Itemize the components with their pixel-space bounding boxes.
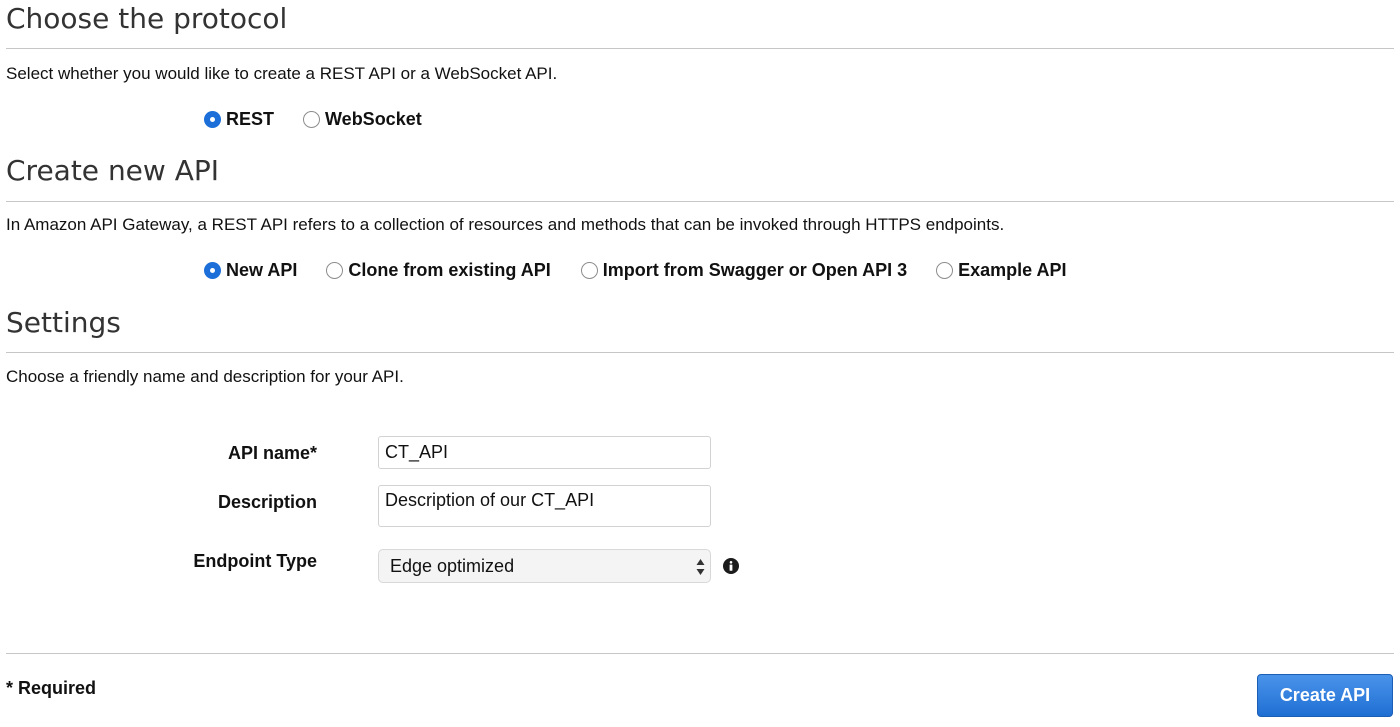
endpoint-type-label: Endpoint Type	[193, 551, 317, 571]
create-option-label: Example API	[958, 259, 1067, 280]
protocol-section-title: Choose the protocol	[6, 2, 288, 35]
radio-unchecked-icon[interactable]	[303, 110, 321, 128]
api-name-input[interactable]	[378, 436, 711, 469]
info-circle-icon[interactable]	[723, 558, 739, 574]
protocol-option-websocket[interactable]: WebSocket	[303, 109, 422, 130]
create-option-example[interactable]: Example API	[936, 260, 1066, 281]
select-arrows-icon	[696, 559, 705, 575]
create-option-import[interactable]: Import from Swagger or Open API 3	[580, 259, 908, 281]
api-name-label: API name*	[227, 443, 317, 463]
footer-divider	[6, 653, 1394, 654]
protocol-description: Select whether you would like to create …	[6, 64, 558, 83]
protocol-option-label: REST	[226, 108, 275, 129]
radio-unchecked-icon[interactable]	[580, 261, 598, 279]
description-textarea[interactable]: Description of our CT_API	[378, 485, 711, 527]
protocol-radio-group: REST WebSocket	[204, 107, 450, 131]
endpoint-type-value: Edge optimized	[390, 555, 515, 576]
create-api-section-title: Create new API	[6, 154, 220, 187]
endpoint-type-select[interactable]: Edge optimized	[378, 549, 711, 583]
create-api-description: In Amazon API Gateway, a REST API refers…	[6, 215, 1005, 234]
radio-checked-icon[interactable]	[204, 110, 221, 128]
description-label: Description	[217, 492, 317, 512]
radio-unchecked-icon[interactable]	[326, 261, 344, 279]
create-option-new-api[interactable]: New API	[204, 260, 297, 281]
create-api-radio-group: New API Clone from existing API Import f…	[204, 258, 1066, 282]
settings-section-title: Settings	[6, 306, 121, 339]
settings-divider	[6, 352, 1394, 353]
radio-unchecked-icon[interactable]	[936, 261, 954, 279]
protocol-option-rest[interactable]: REST	[204, 109, 274, 130]
settings-description: Choose a friendly name and description f…	[6, 367, 404, 386]
required-note: * Required	[6, 678, 97, 698]
create-api-page: Choose the protocol Select whether you w…	[0, 0, 1400, 727]
create-option-label: Clone from existing API	[348, 259, 551, 280]
create-api-divider	[6, 201, 1394, 202]
create-option-label: Import from Swagger or Open API 3	[602, 259, 908, 280]
create-option-clone[interactable]: Clone from existing API	[326, 259, 551, 281]
create-option-label: New API	[226, 259, 298, 280]
radio-checked-icon[interactable]	[204, 261, 221, 279]
protocol-divider	[6, 48, 1394, 49]
protocol-option-label: WebSocket	[325, 108, 422, 129]
create-api-button[interactable]: Create API	[1257, 674, 1393, 717]
